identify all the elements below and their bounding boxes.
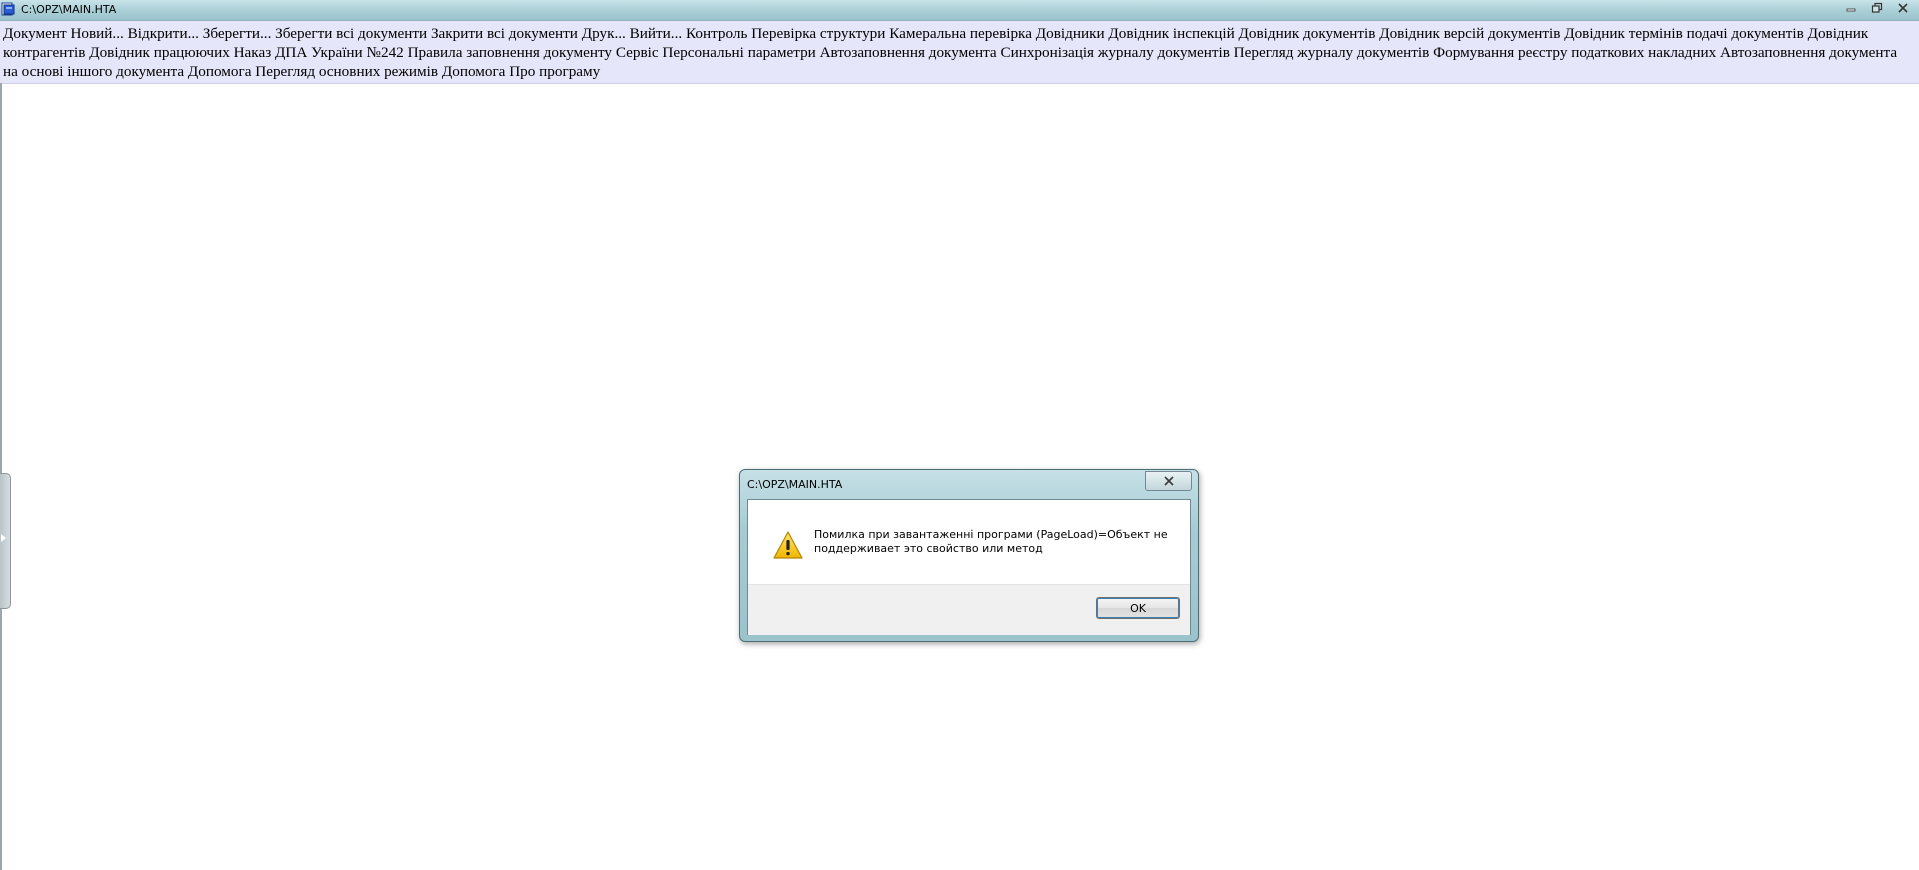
warning-icon (772, 530, 804, 560)
menu-item[interactable]: Довідник версій документів (1379, 25, 1560, 42)
menu-item[interactable]: Перегляд журналу документів (1234, 44, 1430, 61)
menu-item[interactable]: Про програму (509, 63, 600, 80)
menu-item[interactable]: Камеральна перевірка (889, 25, 1032, 42)
menu-item[interactable]: Новий... (70, 25, 123, 42)
main-window: C:\OPZ\MAIN.HTA Документ Новий... Відкри… (0, 0, 1919, 870)
dialog-close-button[interactable] (1145, 471, 1192, 491)
menu-item[interactable]: Зберегти... (203, 25, 272, 42)
menu-item[interactable]: Друк... (582, 25, 626, 42)
menu-item[interactable]: Довідник працюючих (89, 44, 230, 61)
menu-item[interactable]: Формування реєстру податкових накладних (1433, 44, 1716, 61)
close-icon (1163, 476, 1174, 486)
chevron-right-icon (1, 534, 6, 542)
menu-item[interactable]: Документ (3, 25, 67, 42)
dialog-body: Помилка при завантаженні програми (PageL… (747, 499, 1191, 635)
title-bar[interactable]: C:\OPZ\MAIN.HTA (0, 0, 1919, 21)
menu-item[interactable]: Довідник інспекцій (1108, 25, 1234, 42)
menu-item[interactable]: Наказ ДПА України №242 (234, 44, 404, 61)
window-controls (1837, 0, 1915, 17)
menu-item[interactable]: Довідники (1036, 25, 1105, 42)
close-icon[interactable] (1891, 0, 1915, 16)
dialog-title: C:\OPZ\MAIN.HTA (747, 478, 843, 491)
menu-item[interactable]: Допомога (188, 63, 252, 80)
restore-icon[interactable] (1865, 0, 1889, 16)
menu-item[interactable]: Довідник термінів подачі документів (1564, 25, 1804, 42)
menu-item[interactable]: Довідник документів (1239, 25, 1376, 42)
menu-item[interactable]: Відкрити... (128, 25, 199, 42)
error-dialog: C:\OPZ\MAIN.HTA Помилка при завантаженні… (739, 469, 1199, 642)
menu-item[interactable]: Допомога (442, 63, 506, 80)
menu-item[interactable]: Перегляд основних режимів (255, 63, 438, 80)
window-title: C:\OPZ\MAIN.HTA (21, 3, 117, 16)
menu-item[interactable]: Автозаповнення документа (820, 44, 997, 61)
ok-button[interactable]: OK (1096, 597, 1180, 619)
dialog-message: Помилка при завантаженні програми (PageL… (814, 528, 1168, 555)
menu-item[interactable]: Перевірка структури (751, 25, 885, 42)
menu-item[interactable]: Зберегти всі документи (275, 25, 427, 42)
dialog-content: Помилка при завантаженні програми (PageL… (748, 500, 1190, 584)
menu-items: Документ Новий... Відкрити... Зберегти..… (3, 24, 1903, 81)
menu-item[interactable]: Контроль (686, 25, 747, 42)
menu-item[interactable]: Синхронізація журналу документів (1000, 44, 1229, 61)
menu-bar: Документ Новий... Відкрити... Зберегти..… (0, 21, 1919, 84)
app-icon[interactable] (1, 2, 15, 16)
menu-item[interactable]: Сервіс (616, 44, 659, 61)
menu-item[interactable]: Персональні параметри (662, 44, 815, 61)
dialog-footer: OK (748, 584, 1190, 635)
side-panel-handle[interactable] (0, 473, 11, 609)
menu-item[interactable]: Вийти... (630, 25, 683, 42)
menu-item[interactable]: Закрити всі документи (431, 25, 578, 42)
menu-item[interactable]: Правила заповнення документу (408, 44, 612, 61)
minimize-icon[interactable] (1839, 0, 1863, 16)
